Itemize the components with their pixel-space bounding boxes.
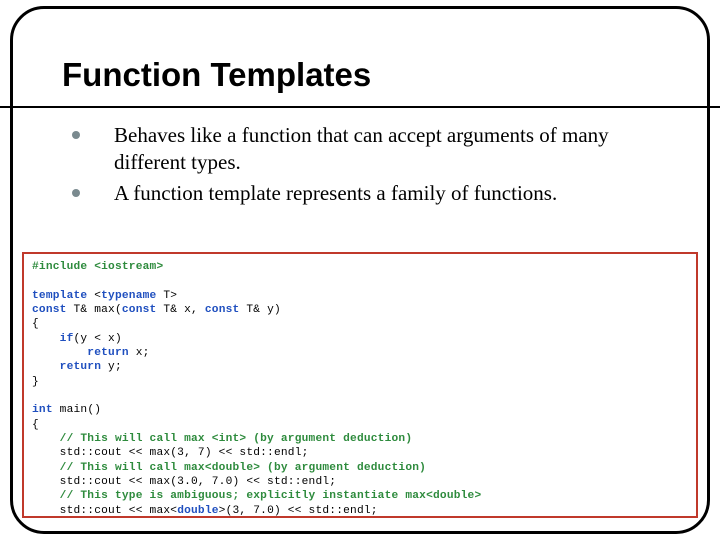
slide-content: Function Templates Behaves like a functi… — [0, 0, 720, 540]
code-keyword: typename — [101, 290, 156, 302]
code-keyword: double — [177, 505, 218, 517]
code-box: #include <iostream> template <typename T… — [22, 252, 698, 518]
code-keyword: int — [32, 404, 53, 416]
code-keyword: const — [205, 304, 240, 316]
code-text: std::cout << max< — [32, 505, 177, 517]
bullet-text: A function template represents a family … — [114, 181, 557, 205]
code-keyword: if — [32, 333, 73, 345]
code-comment: // This type is ambiguous; explicitly in… — [32, 490, 481, 502]
code-text: >(3, 7.0) << std::endl; — [219, 505, 378, 517]
code-keyword: template — [32, 290, 87, 302]
slide-title: Function Templates — [0, 0, 720, 102]
code-line: } — [32, 376, 39, 388]
code-line: { — [32, 318, 39, 330]
code-text: < — [87, 290, 101, 302]
code-text: y; — [101, 361, 122, 373]
code-comment: // This will call max<double> (by argume… — [32, 462, 426, 474]
code-text: T& max( — [67, 304, 122, 316]
code-text: T& y) — [239, 304, 280, 316]
code-text: T> — [156, 290, 177, 302]
code-comment: // This will call max <int> (by argument… — [32, 433, 412, 445]
bullet-list: Behaves like a function that can accept … — [0, 122, 720, 207]
bullet-item: A function template represents a family … — [72, 180, 676, 207]
code-keyword: return — [32, 361, 101, 373]
code-line: { — [32, 419, 39, 431]
code-keyword: return — [32, 347, 129, 359]
code-line: std::cout << max(3, 7) << std::endl; — [32, 447, 309, 459]
code-line: std::cout << max(3.0, 7.0) << std::endl; — [32, 476, 336, 488]
code-text: main() — [53, 404, 101, 416]
code-keyword: const — [32, 304, 67, 316]
bullet-text: Behaves like a function that can accept … — [114, 123, 609, 174]
code-line: #include <iostream> — [32, 261, 163, 273]
code-keyword: const — [122, 304, 157, 316]
code-text: x; — [129, 347, 150, 359]
title-underline — [0, 106, 720, 108]
code-block: #include <iostream> template <typename T… — [32, 260, 688, 518]
code-text: (y < x) — [73, 333, 121, 345]
bullet-item: Behaves like a function that can accept … — [72, 122, 676, 176]
code-text: T& x, — [156, 304, 204, 316]
